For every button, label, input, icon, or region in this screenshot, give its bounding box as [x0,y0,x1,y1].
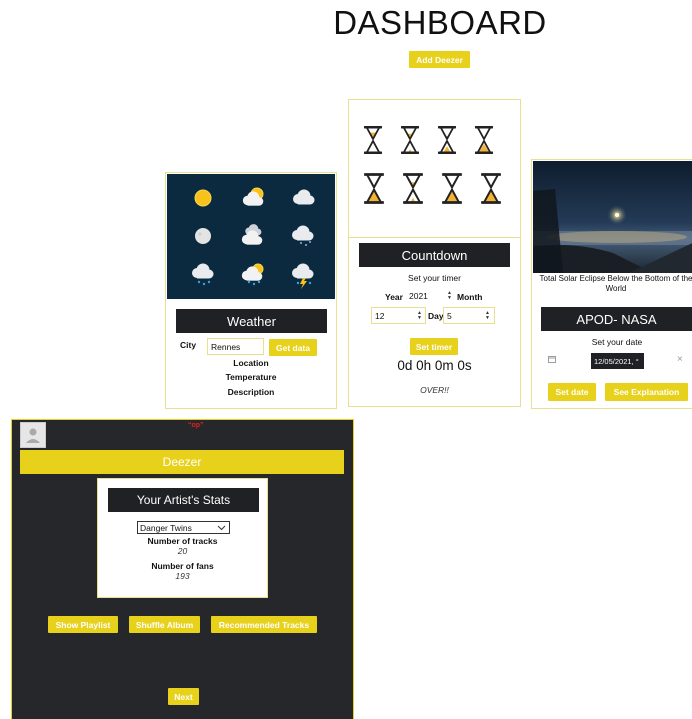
set-timer-button[interactable]: Set timer [410,338,458,355]
hourglass-icon [442,173,462,204]
apod-date-input[interactable]: 12/05/2021, ° [591,353,644,369]
countdown-title: Countdown [359,243,510,267]
rain-icon [192,263,214,286]
hourglass-icon [401,126,419,154]
calendar-icon[interactable] [548,355,556,363]
year-spinner[interactable]: ▲ ▼ [446,289,453,303]
see-explanation-button[interactable]: See Explanation [605,383,688,401]
user-icon [26,428,40,443]
add-deezer-button[interactable]: Add Deezer [409,51,470,68]
hourglass-icon [403,173,423,204]
cloudy-icon [241,224,263,245]
hourglass-icon [475,126,493,154]
sun-rain-icon [241,263,264,286]
year-value: 2021 [409,291,428,301]
apod-subtitle: Set your date [591,337,643,347]
month-value: 12 [375,310,385,321]
artist-stats-card: Your Artist's Stats Danger Twins Number … [97,478,268,598]
shuffle-album-button[interactable]: Shuffle Album [129,616,200,633]
cloud-icon [293,189,315,205]
deezer-top-badge: “op” [188,422,204,429]
countdown-remaining: 0d 0h 0m 0s [397,358,472,373]
show-playlist-button[interactable]: Show Playlist [48,616,118,633]
night-snow-icon [292,225,314,246]
hourglass-grid [362,125,512,210]
apod-widget: Total Solar Eclipse Below the Bottom of … [531,159,692,409]
artist-stats-title: Your Artist's Stats [108,488,259,512]
hourglass-icon [364,126,382,154]
set-date-button[interactable]: Set date [548,383,596,401]
hourglass-icon [364,173,384,204]
countdown-widget: Countdown Set your timer Year 2021 ▲ ▼ Mo… [348,99,521,407]
weather-title: Weather [176,309,327,333]
moon-icon [195,228,211,244]
tracks-value: 20 [177,546,188,556]
next-button[interactable]: Next [168,688,199,705]
year-label: Year [385,292,403,302]
weather-icons-panel [167,174,335,299]
month-label: Month [457,292,483,302]
city-input[interactable]: Rennes [207,338,264,355]
apod-image [533,161,692,273]
clear-date-icon[interactable]: × [677,354,683,365]
month-spinner[interactable]: ▲ ▼ [416,309,423,322]
day-spinner[interactable]: ▲ ▼ [484,309,491,322]
avatar[interactable] [20,422,46,448]
partly-cloudy-icon [242,187,264,206]
artist-select[interactable]: Danger Twins [137,521,230,534]
deezer-widget: “op” Deezer Your Artist's Stats Danger T… [11,419,354,719]
temperature-label: Temperature [225,372,277,382]
apod-title: APOD- NASA [541,307,692,331]
hourglass-icon [438,126,456,154]
sun-icon [194,189,212,207]
deezer-header: Deezer [20,450,344,474]
day-label: Day [428,311,444,321]
description-label: Description [227,387,275,397]
get-data-button[interactable]: Get data [269,339,317,356]
weather-widget: Weather City Rennes Get data Location Te… [165,172,337,409]
chevron-down-icon [217,522,226,535]
tracks-label: Number of tracks [147,536,218,546]
fans-value: 193 [175,571,190,581]
divider [349,237,520,238]
countdown-status: OVER!! [420,385,449,395]
apod-caption: Total Solar Eclipse Below the Bottom of … [539,274,692,293]
page-title: DASHBOARD [333,4,547,41]
city-label: City [180,340,197,350]
artist-select-value: Danger Twins [140,522,192,533]
city-value: Rennes [211,341,241,352]
recommended-tracks-button[interactable]: Recommended Tracks [211,616,317,633]
day-value: 5 [447,310,452,321]
eclipse-image [533,189,692,273]
countdown-subtitle: Set your timer [408,273,461,283]
location-label: Location [233,358,269,368]
fans-label: Number of fans [151,561,214,571]
apod-date-value: 12/05/2021, ° [594,356,639,366]
hourglass-icon [481,173,501,204]
thunderstorm-icon [292,263,314,289]
